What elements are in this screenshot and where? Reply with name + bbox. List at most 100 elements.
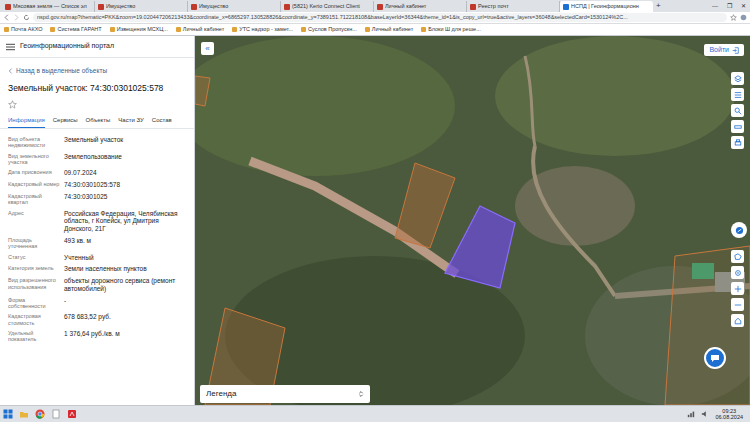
zoom-out-button[interactable] [731, 298, 744, 311]
list-button[interactable] [731, 88, 744, 101]
bookmark[interactable]: Суслов Пропускн... [301, 26, 357, 33]
legend-bar[interactable]: Легенда [200, 385, 370, 403]
field-row: Категория земельЗемли населенных пунктов [8, 263, 186, 275]
menu-icon[interactable] [6, 43, 15, 51]
bookmark[interactable]: Почта АКХО [4, 26, 42, 33]
window-control[interactable]: ❐ [722, 3, 736, 9]
collapse-panel-button[interactable]: « [201, 42, 214, 55]
window-control[interactable]: ✕ [736, 3, 750, 9]
location-button[interactable] [731, 266, 744, 279]
bookmark[interactable]: Система ГАРАНТ [50, 26, 101, 33]
bookmark-label: Суслов Пропускн... [308, 26, 357, 33]
panel-tab[interactable]: Информация [8, 117, 45, 128]
chrome-icon[interactable] [35, 409, 45, 419]
home-button[interactable] [731, 314, 744, 327]
bookmark[interactable]: Извещения МСХЦ... [110, 26, 168, 33]
favorite-star-icon[interactable] [8, 100, 17, 109]
bookmark-label: Блоки Ш для реше... [428, 26, 481, 33]
field-row: Вид разрешенного использованияобъекты до… [8, 275, 186, 295]
browser-tab[interactable]: Личный кабинет [374, 1, 467, 12]
tab-label: (5821) Kerio Connect Client [292, 3, 370, 10]
clock[interactable]: 09:2306.08.2024 [715, 408, 747, 420]
minus-icon [734, 301, 742, 309]
field-row: Вид земельного участкаЗемлепользование [8, 151, 186, 168]
browser-tab[interactable]: Имущество [188, 1, 281, 12]
browser-tab[interactable]: НСПД | Геоинформационн [560, 1, 653, 12]
favicon-icon [563, 4, 569, 10]
share-button[interactable] [731, 222, 747, 238]
clock-date: 06.08.2024 [715, 414, 743, 420]
address-bar[interactable]: nspd.gov.ru/map?thematic=PKK&zoom=19.020… [33, 13, 727, 22]
acrobat-icon[interactable] [67, 409, 77, 419]
search-icon [734, 107, 742, 115]
field-value: Российская Федерация, Челябинская област… [64, 210, 186, 233]
target-icon [734, 269, 742, 277]
chat-button[interactable] [704, 347, 726, 369]
browser-tab[interactable]: (5821) Kerio Connect Client [281, 1, 374, 12]
satellite-map-icon [195, 36, 750, 405]
panel-tab[interactable]: Состав [152, 117, 172, 128]
back-link[interactable]: Назад в выделенные объекты [0, 58, 194, 75]
layers-button[interactable] [731, 72, 744, 85]
bookmark-favicon-icon [365, 27, 370, 32]
bookmark[interactable]: Блоки Ш для реше... [421, 26, 481, 33]
folder-icon[interactable] [19, 409, 29, 419]
map-toolbar [731, 72, 744, 149]
list-icon [734, 91, 742, 99]
print-button[interactable] [731, 136, 744, 149]
browser-tab[interactable]: Мясовая земля — Список эл [2, 1, 95, 12]
bookmark-favicon-icon [110, 27, 115, 32]
field-row: Кадастровая стоимость678 683,52 руб. [8, 311, 186, 328]
area-button[interactable] [731, 250, 744, 263]
field-label: Удельный показатель [8, 330, 60, 343]
object-title: Земельный участок: 74:30:0301025:578 [0, 75, 194, 93]
panel-tab[interactable]: Сервисы [53, 117, 78, 128]
reload-icon[interactable] [23, 14, 30, 21]
browser-tab[interactable]: Имущество [95, 1, 188, 12]
login-button[interactable]: Войти [704, 44, 744, 56]
forward-icon[interactable] [13, 14, 20, 21]
field-label: Статус [8, 254, 60, 262]
login-icon [732, 47, 739, 54]
windows-start-icon[interactable] [3, 409, 13, 419]
field-value: Земельный участок [64, 136, 186, 149]
field-label: Площадь уточненная [8, 237, 60, 250]
panel-tab[interactable]: Части ЗУ [118, 117, 143, 128]
bookmark[interactable]: Личный кабинет [176, 26, 224, 33]
star-bookmark-icon[interactable] [730, 14, 737, 21]
back-label: Назад в выделенные объекты [16, 67, 107, 75]
search-button[interactable] [731, 104, 744, 117]
field-value: 09.07.2024 [64, 169, 186, 177]
bookmark[interactable]: УТС надзор - замет... [232, 26, 293, 33]
favicon-icon [191, 4, 197, 10]
field-value: объекты дорожного сервиса (ремонт автомо… [64, 277, 186, 293]
bookmark-favicon-icon [232, 27, 237, 32]
field-label: Категория земель [8, 265, 60, 273]
app-title: Геоинформационный портал [20, 42, 114, 50]
bookmark-label: Почта АКХО [11, 26, 42, 33]
taskbar: 09:2306.08.2024 [0, 405, 750, 422]
document-icon[interactable] [51, 409, 61, 419]
browser-tab[interactable]: Реестр почт [467, 1, 560, 12]
clock-time: 09:23 [722, 408, 736, 414]
network-icon[interactable] [687, 410, 695, 418]
address-row: nspd.gov.ru/map?thematic=PKK&zoom=19.020… [0, 12, 750, 24]
volume-icon[interactable] [701, 410, 709, 418]
new-tab-button[interactable]: + [653, 2, 664, 10]
bookmark-label: Личный кабинет [372, 26, 413, 33]
zoom-in-button[interactable] [731, 282, 744, 295]
window-control[interactable]: — [708, 3, 722, 9]
measure-button[interactable] [731, 120, 744, 133]
panel-tab[interactable]: Объекты [86, 117, 111, 128]
field-row: Форма собственности- [8, 295, 186, 312]
field-value: 678 683,52 руб. [64, 313, 186, 326]
bookmarks-bar: Почта АКХО Система ГАРАНТ Извещения МСХЦ..… [0, 24, 750, 36]
back-icon[interactable] [3, 14, 10, 21]
field-row: АдресРоссийская Федерация, Челябинская о… [8, 208, 186, 235]
map[interactable]: « Войти Легенда [195, 36, 750, 405]
profile-icon[interactable] [740, 14, 747, 21]
bookmark[interactable]: Личный кабинет [365, 26, 413, 33]
field-value: Землепользование [64, 153, 186, 166]
field-label: Адрес [8, 210, 60, 233]
field-value: 1 376,64 руб./кв. м [64, 330, 186, 343]
